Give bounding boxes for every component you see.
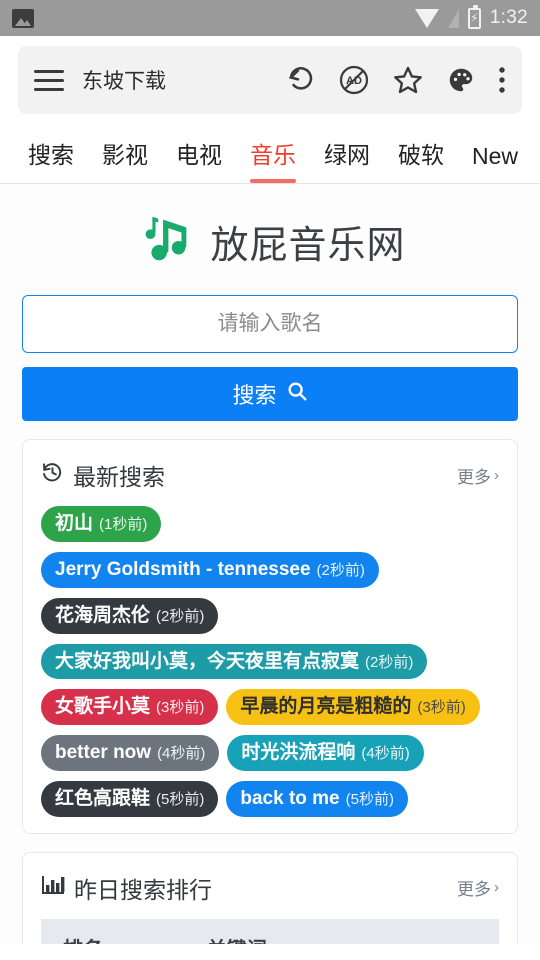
signal-icon [447,8,459,28]
browser-title: 东坡下载 [82,70,166,93]
theme-palette-icon[interactable] [446,65,476,95]
tag-text: 红色高跟鞋 [55,788,151,810]
tag-time: (1秒前) [99,516,148,533]
toolbar-actions: AD [286,64,506,96]
search-button-label: 搜索 [232,383,277,408]
search-button[interactable]: 搜索 [22,367,518,421]
tag-text: Jerry Goldsmith - tennessee [55,558,311,580]
list-item[interactable]: 大家好我叫小莫，今天夜里有点寂寞 (2秒前) [41,643,428,680]
list-item[interactable]: 红色高跟鞋 (5秒前) [41,781,219,817]
tag-time: (2秒前) [365,653,414,671]
yesterday-ranking-header: 昨日搜索排行 更多 › [41,871,499,905]
tab-yinyue[interactable]: 音乐 [236,136,310,183]
list-item[interactable]: 女歌手小莫 (3秒前) [41,689,219,726]
latest-search-title: 最新搜索 [73,464,165,490]
bookmark-star-icon[interactable] [392,64,424,96]
list-item[interactable]: 时光洪流程响 (4秒前) [227,735,424,772]
tag-time: (2秒前) [156,607,205,625]
tab-yingshi[interactable]: 影视 [88,136,162,183]
list-item[interactable]: 初山 (1秒前) [41,506,162,542]
tag-text: 早晨的月亮是粗糙的 [240,696,412,718]
latest-search-title-group: 最新搜索 [41,458,165,492]
chevron-right-icon: › [494,466,499,484]
list-item[interactable]: 花海周杰伦 (2秒前) [41,597,219,634]
tab-dianshi[interactable]: 电视 [162,136,236,183]
image-icon [12,8,34,28]
yesterday-ranking-title-group: 昨日搜索排行 [41,871,212,905]
battery-charging-icon: ⚡ [467,4,481,29]
yesterday-ranking-title: 昨日搜索排行 [74,876,212,903]
tab-lvwang[interactable]: 绿网 [310,136,384,183]
music-note-icon [134,208,196,275]
tag-time: (5秒前) [345,791,394,809]
tag-text: 花海周杰伦 [55,604,151,626]
hamburger-menu-icon[interactable] [34,69,64,91]
history-icon [41,461,64,490]
status-bar-right: ⚡ 1:32 [414,4,528,29]
wifi-icon [414,8,439,28]
page-content: 放屁音乐网 搜索 最新搜索 [0,184,540,944]
browser-toolbar: 东坡下载 AD [18,46,522,114]
latest-search-header: 最新搜索 更多 › [41,458,499,492]
tag-text: better now [55,742,152,764]
tag-text: 大家好我叫小莫，今天夜里有点寂寞 [55,650,360,672]
list-item[interactable]: back to me (5秒前) [226,781,408,817]
search-area: 搜索 [0,295,540,421]
list-item[interactable]: 早晨的月亮是粗糙的 (3秒前) [226,689,480,726]
tab-new[interactable]: New [458,143,532,183]
status-bar-clock: 1:32 [489,7,528,28]
tag-text: 初山 [55,513,94,534]
tab-poruan[interactable]: 破软 [384,136,458,183]
chevron-right-icon: › [494,879,499,897]
search-icon [286,380,308,408]
refresh-icon[interactable] [286,65,316,95]
yesterday-ranking-card: 昨日搜索排行 更多 › 排名 关键词 [22,851,518,944]
table-header-row: 排名 关键词 [41,918,499,944]
status-bar: ⚡ 1:32 [0,0,540,36]
site-tab-bar: 搜索 影视 电视 音乐 绿网 破软 New [0,122,540,184]
tag-time: (4秒前) [157,745,206,763]
tag-text: 时光洪流程响 [241,742,356,764]
status-bar-left [12,8,34,28]
tag-time: (5秒前) [156,791,205,809]
overflow-menu-icon[interactable] [498,65,506,95]
yesterday-ranking-more-label: 更多 [457,880,491,900]
latest-search-more-label: 更多 [457,467,491,487]
yesterday-ranking-more-link[interactable]: 更多 › [457,875,499,900]
tag-time: (4秒前) [361,745,410,763]
adblock-icon[interactable]: AD [338,64,370,96]
column-header-rank: 排名 [41,918,197,944]
list-item[interactable]: better now (4秒前) [41,735,220,772]
list-item[interactable]: Jerry Goldsmith - tennessee (2秒前) [41,551,379,588]
column-header-keyword: 关键词 [196,918,499,944]
browser-toolbar-container: 东坡下载 AD [0,36,540,122]
tab-sousuo[interactable]: 搜索 [14,136,88,183]
site-logo-row: 放屁音乐网 [0,184,540,295]
tag-time: (3秒前) [156,699,205,717]
ranking-table: 排名 关键词 [41,918,499,944]
tag-time: (3秒前) [417,699,466,717]
tag-text: back to me [240,788,340,810]
latest-search-card: 最新搜索 更多 › 初山 (1秒前) Jerry Goldsmith - ten… [22,439,518,834]
latest-search-tag-list: 初山 (1秒前) Jerry Goldsmith - tennessee (2秒… [41,506,499,817]
tag-time: (2秒前) [316,561,365,579]
bar-chart-icon [41,874,65,902]
latest-search-more-link[interactable]: 更多 › [457,463,499,488]
tag-text: 女歌手小莫 [55,696,151,718]
search-input[interactable] [22,295,518,353]
site-name: 放屁音乐网 [210,225,406,267]
